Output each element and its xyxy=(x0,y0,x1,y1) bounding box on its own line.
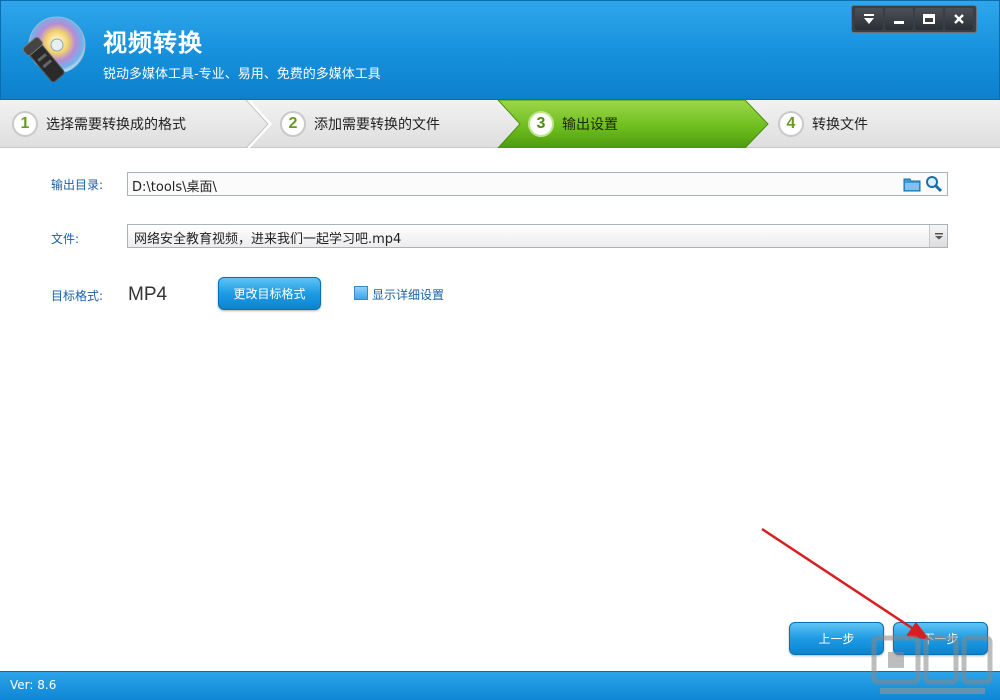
wizard-steps: 1 选择需要转换成的格式 2 添加需要转换的文件 3 输出设置 4 转换文件 xyxy=(0,100,1000,148)
minimize-icon xyxy=(894,21,904,24)
output-dir-value: D:\tools\桌面\ xyxy=(132,180,217,195)
folder-icon[interactable] xyxy=(903,176,921,192)
file-label: 文件: xyxy=(51,232,80,246)
step-label: 转换文件 xyxy=(812,117,868,133)
target-format-label: 目标格式: xyxy=(51,289,104,303)
dropdown-icon xyxy=(864,14,874,24)
show-details-label: 显示详细设置 xyxy=(372,288,445,302)
version-label: Ver: 8.6 xyxy=(10,678,57,692)
output-dir-field[interactable]: D:\tools\桌面\ xyxy=(127,172,948,196)
show-details-checkbox[interactable] xyxy=(354,286,368,300)
step-1[interactable]: 1 选择需要转换成的格式 xyxy=(12,100,186,148)
search-icon[interactable] xyxy=(925,175,943,193)
minimize-button[interactable] xyxy=(885,8,913,30)
target-format-value: MP4 xyxy=(128,284,168,305)
app-logo-icon xyxy=(22,16,86,83)
title-bar: 视频转换 锐动多媒体工具-专业、易用、免费的多媒体工具 xyxy=(0,0,1000,100)
close-icon xyxy=(954,14,964,24)
step-2[interactable]: 2 添加需要转换的文件 xyxy=(280,100,440,148)
restore-button[interactable] xyxy=(915,8,943,30)
file-select-value: 网络安全教育视频，进来我们一起学习吧.mp4 xyxy=(134,232,402,247)
watermark-logo xyxy=(871,635,993,694)
dropdown-menu-button[interactable] xyxy=(855,8,883,30)
step-label: 添加需要转换的文件 xyxy=(314,117,440,133)
change-format-button[interactable]: 更改目标格式 xyxy=(218,277,321,310)
step-3[interactable]: 3 输出设置 xyxy=(528,100,618,148)
step-4[interactable]: 4 转换文件 xyxy=(778,100,868,148)
close-button[interactable] xyxy=(945,8,973,30)
step-number: 1 xyxy=(12,111,38,137)
app-subtitle: 锐动多媒体工具-专业、易用、免费的多媒体工具 xyxy=(103,67,381,82)
step-label: 选择需要转换成的格式 xyxy=(46,117,186,133)
chevron-down-icon[interactable] xyxy=(929,225,947,247)
step-number: 4 xyxy=(778,111,804,137)
restore-icon xyxy=(923,14,935,24)
step-number: 2 xyxy=(280,111,306,137)
output-dir-label: 输出目录: xyxy=(51,178,104,192)
step-number: 3 xyxy=(528,111,554,137)
window-controls xyxy=(851,5,977,33)
file-select[interactable]: 网络安全教育视频，进来我们一起学习吧.mp4 xyxy=(127,224,948,248)
step-label: 输出设置 xyxy=(562,117,618,133)
status-bar: Ver: 8.6 xyxy=(0,671,1000,700)
app-title: 视频转换 xyxy=(103,29,203,57)
